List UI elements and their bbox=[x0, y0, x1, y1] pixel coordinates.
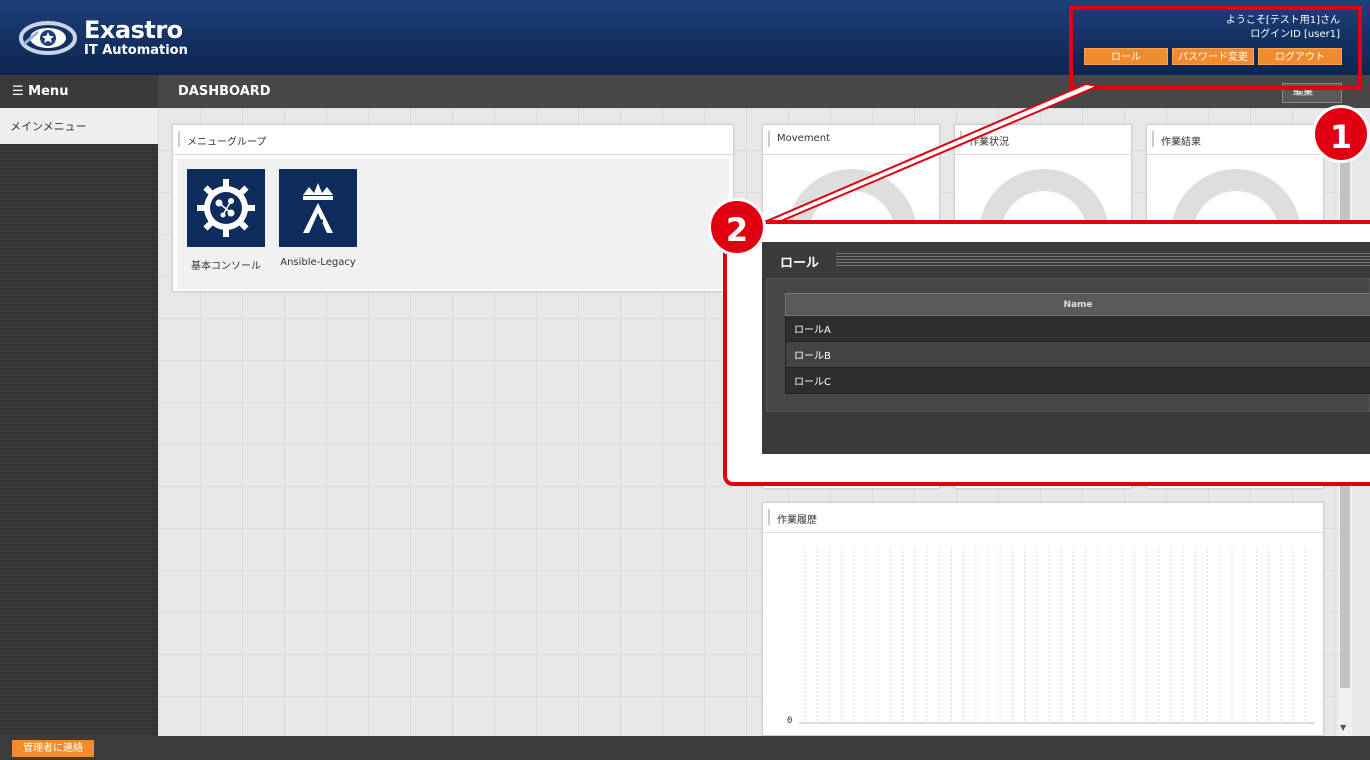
exastro-logo[interactable]: Exastro IT Automation bbox=[18, 14, 208, 60]
y-axis-zero-label: 0 bbox=[787, 716, 793, 726]
movement-title: Movement bbox=[763, 125, 939, 155]
tile-label: Ansible-Legacy bbox=[280, 257, 356, 268]
exastro-logo-icon bbox=[19, 21, 77, 55]
tile-label: 基本コンソール bbox=[191, 261, 261, 272]
sidebar: メインメニュー bbox=[0, 108, 158, 736]
logo-title: Exastro bbox=[84, 16, 183, 44]
highlight-box-header-buttons bbox=[1069, 6, 1362, 90]
work-history-panel: 作業履歴 0 bbox=[762, 502, 1324, 736]
contact-admin-button[interactable]: 管理者に連絡 bbox=[12, 740, 94, 757]
tile-basic-console[interactable]: 基本コンソール bbox=[187, 169, 265, 272]
role-popup-body: Name ロールA ロールB ロールC bbox=[766, 278, 1370, 412]
scroll-down-arrow-icon[interactable]: ▼ bbox=[1340, 723, 1346, 732]
work-history-chart bbox=[799, 547, 1315, 724]
role-popup-title-stripes bbox=[836, 252, 1370, 266]
table-row: ロールC bbox=[785, 367, 1370, 394]
gear-network-icon bbox=[187, 169, 265, 247]
role-popup: ロール Name ロールA ロールB ロールC bbox=[762, 242, 1370, 454]
ansible-crown-icon bbox=[279, 169, 357, 247]
menu-group-body: 基本コンソール Ansible-Legacy bbox=[177, 159, 729, 289]
role-table: Name ロールA ロールB ロールC bbox=[785, 293, 1370, 394]
work-status-title: 作業状況 bbox=[955, 125, 1131, 155]
sidebar-item-main-menu[interactable]: メインメニュー bbox=[0, 108, 158, 144]
table-row: ロールB bbox=[785, 341, 1370, 368]
menu-group-title: メニューグループ bbox=[173, 125, 733, 155]
menu-group-panel: メニューグループ 基本コンソール Ansible-Legacy bbox=[172, 124, 734, 292]
footer-bar: 管理者に連絡 bbox=[0, 736, 1370, 760]
logo-subtitle: IT Automation bbox=[84, 43, 188, 58]
callout-badge-2: 2 bbox=[708, 198, 766, 256]
role-name-cell: ロールB bbox=[785, 341, 1370, 368]
callout-badge-1: 1 bbox=[1312, 105, 1370, 163]
table-row: ロールA bbox=[785, 315, 1370, 342]
role-name-cell: ロールC bbox=[785, 367, 1370, 394]
work-result-title: 作業結果 bbox=[1147, 125, 1323, 155]
role-table-header-name: Name bbox=[785, 293, 1370, 316]
role-popup-title: ロール bbox=[780, 256, 820, 271]
tile-ansible-legacy[interactable]: Ansible-Legacy bbox=[279, 169, 357, 268]
page-title: DASHBOARD bbox=[178, 84, 271, 99]
role-name-cell: ロールA bbox=[785, 315, 1370, 342]
work-history-title: 作業履歴 bbox=[763, 503, 1323, 533]
menu-toggle-button[interactable]: ☰ Menu bbox=[0, 75, 158, 108]
